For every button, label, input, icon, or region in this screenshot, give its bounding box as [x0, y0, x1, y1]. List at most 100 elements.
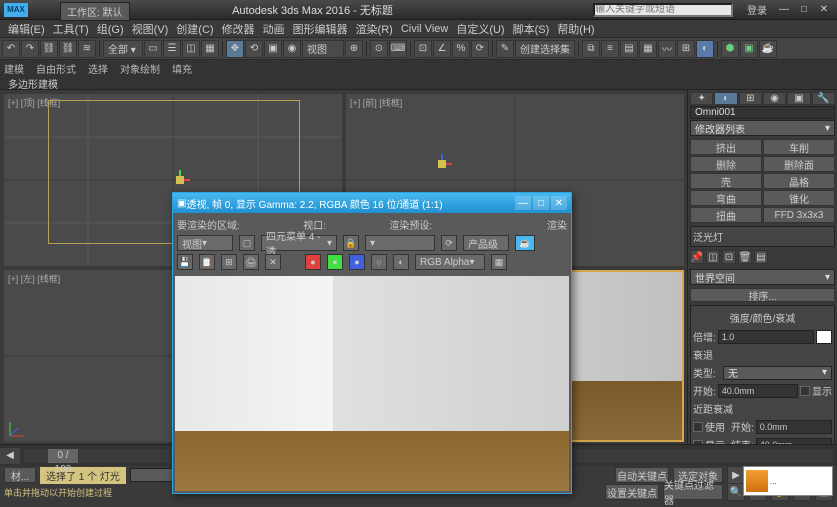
taskbar-notification[interactable]: ... — [743, 466, 833, 496]
unlink-button[interactable]: ⛓ — [59, 40, 77, 58]
menu-edit[interactable]: 编辑(E) — [4, 21, 49, 37]
menu-script[interactable]: 脚本(S) — [509, 21, 554, 37]
display-tab[interactable]: ▣ — [787, 92, 810, 105]
select-name-button[interactable]: ☰ — [163, 40, 181, 58]
named-sel-dropdown[interactable]: 创建选择集 — [515, 40, 575, 58]
stack-remove[interactable]: 🗑 — [738, 250, 752, 264]
menu-create[interactable]: 创建(C) — [172, 21, 217, 37]
mono-toggle[interactable]: ◐ — [393, 254, 409, 270]
bind-button[interactable]: ≋ — [78, 40, 96, 58]
tab-modeling[interactable]: 建模 — [4, 61, 24, 76]
render-min[interactable]: — — [515, 196, 531, 210]
mod-shell[interactable]: 壳 — [690, 173, 762, 189]
selection-filter[interactable]: 全部 ▾ — [103, 40, 143, 58]
angle-snap[interactable]: ∠ — [433, 40, 451, 58]
object-name-field[interactable]: Omni001 — [690, 106, 835, 119]
setkey-button[interactable]: 设置关键点 — [605, 484, 659, 500]
mod-deleteface[interactable]: 删除面 — [763, 156, 835, 172]
keyboard-button[interactable]: ⌨ — [389, 40, 407, 58]
mod-ffd[interactable]: FFD 3x3x3 — [763, 207, 835, 223]
overlay-btn[interactable]: ▦ — [491, 254, 507, 270]
refcoord-dropdown[interactable]: 视图 — [302, 40, 344, 58]
mod-twist[interactable]: 扭曲 — [690, 207, 762, 223]
modifier-list-dropdown[interactable]: 修改器列表▾ — [690, 120, 835, 136]
menu-tools[interactable]: 工具(T) — [49, 21, 93, 37]
render-title-bar[interactable]: ▣ 透视, 帧 0, 显示 Gamma: 2.2, RGBA 颜色 16 位/通… — [173, 193, 571, 213]
menu-group[interactable]: 组(G) — [93, 21, 128, 37]
light-color-swatch[interactable] — [816, 330, 832, 344]
render-frame-window[interactable]: ▣ 透视, 帧 0, 显示 Gamma: 2.2, RGBA 颜色 16 位/通… — [172, 192, 572, 494]
front-gizmo[interactable] — [432, 154, 452, 174]
snap-toggle[interactable]: ⊡ — [414, 40, 432, 58]
menu-view[interactable]: 视图(V) — [128, 21, 173, 37]
stack-show[interactable]: ◫ — [706, 250, 720, 264]
toggle-ribbon[interactable]: ▦ — [639, 40, 657, 58]
link-button[interactable]: ⛓ — [40, 40, 58, 58]
decay-type-dropdown[interactable]: 无▾ — [723, 366, 832, 380]
layers-button[interactable]: ▤ — [620, 40, 638, 58]
time-marker[interactable]: 0 / 100 — [48, 449, 78, 463]
render-iter-btn[interactable]: ⟳ — [441, 235, 457, 251]
move-button[interactable]: ✥ — [226, 40, 244, 58]
render-preset-dropdown[interactable]: ▾ — [365, 235, 435, 251]
viewport-front-label[interactable]: [+] [前] [线框] — [350, 96, 402, 109]
modify-tab[interactable]: ◐ — [714, 92, 737, 105]
keyfilter-button[interactable]: 关键点过滤器 — [663, 484, 723, 500]
copy-image-btn[interactable]: 📋 — [199, 254, 215, 270]
worldspace-dropdown[interactable]: 世界空间▾ — [690, 269, 835, 285]
close-button[interactable]: ✕ — [815, 3, 833, 17]
menu-help[interactable]: 帮助(H) — [553, 21, 598, 37]
rgb-toggle[interactable]: ● — [305, 254, 321, 270]
select-button[interactable]: ▭ — [144, 40, 162, 58]
maxscript-button[interactable]: 材... — [4, 467, 36, 483]
render-setup[interactable]: ⬢ — [721, 40, 739, 58]
render-max[interactable]: □ — [533, 196, 549, 210]
autokey-button[interactable]: 自动关键点 — [615, 467, 669, 483]
mod-lattice[interactable]: 晶格 — [763, 173, 835, 189]
menu-modifiers[interactable]: 修改器 — [218, 21, 259, 37]
mod-bend[interactable]: 弯曲 — [690, 190, 762, 206]
decay-start-spinner[interactable]: 40.0mm — [718, 384, 798, 398]
clear-btn[interactable]: ✕ — [265, 254, 281, 270]
render-frame[interactable]: ▣ — [740, 40, 758, 58]
menu-render[interactable]: 渲染(R) — [352, 21, 397, 37]
print-btn[interactable]: 🖨 — [243, 254, 259, 270]
alpha-toggle[interactable]: ○ — [371, 254, 387, 270]
stack-config[interactable]: ▤ — [754, 250, 768, 264]
render-lock-btn[interactable]: 🔒 — [343, 235, 359, 251]
render-area-dropdown[interactable]: 视图 ▾ — [177, 235, 233, 251]
render-go-btn[interactable]: ☕ — [515, 235, 535, 251]
viewcube[interactable] — [638, 98, 678, 138]
schematic-view[interactable]: ⊞ — [677, 40, 695, 58]
render-output-view[interactable] — [175, 276, 569, 491]
stack-pin[interactable]: 📌 — [690, 250, 704, 264]
clone-btn[interactable]: ⊞ — [221, 254, 237, 270]
top-gizmo[interactable] — [170, 170, 190, 190]
curve-editor[interactable]: 〰 — [658, 40, 676, 58]
undo-button[interactable]: ↶ — [2, 40, 20, 58]
tab-paint[interactable]: 对象绘制 — [120, 61, 160, 76]
material-editor[interactable]: ◐ — [696, 40, 714, 58]
menu-custom[interactable]: 自定义(U) — [452, 21, 508, 37]
mult-spinner[interactable]: 1.0 — [718, 330, 814, 344]
b-toggle[interactable]: ● — [349, 254, 365, 270]
tab-selection[interactable]: 选择 — [88, 61, 108, 76]
sort-button[interactable]: 排序... — [690, 288, 835, 302]
named-sel-edit[interactable]: ✎ — [496, 40, 514, 58]
minimize-button[interactable]: — — [775, 3, 793, 17]
utilities-tab[interactable]: 🔧 — [812, 92, 835, 105]
render-button[interactable]: ☕ — [759, 40, 777, 58]
mod-extrude[interactable]: 挤出 — [690, 139, 762, 155]
decay-show-check[interactable] — [800, 386, 810, 396]
render-product-dropdown[interactable]: 产品级 — [463, 235, 509, 251]
motion-tab[interactable]: ◉ — [763, 92, 786, 105]
rotate-button[interactable]: ⟲ — [245, 40, 263, 58]
render-close[interactable]: ✕ — [551, 196, 567, 210]
help-search[interactable] — [593, 3, 733, 17]
tab-freeform[interactable]: 自由形式 — [36, 61, 76, 76]
hierarchy-tab[interactable]: ⊞ — [739, 92, 762, 105]
g-toggle[interactable]: ● — [327, 254, 343, 270]
render-vp-dropdown[interactable]: 四元菜单 4 - 透 ▾ — [261, 235, 337, 251]
maximize-button[interactable]: □ — [795, 3, 813, 17]
save-image-btn[interactable]: 💾 — [177, 254, 193, 270]
